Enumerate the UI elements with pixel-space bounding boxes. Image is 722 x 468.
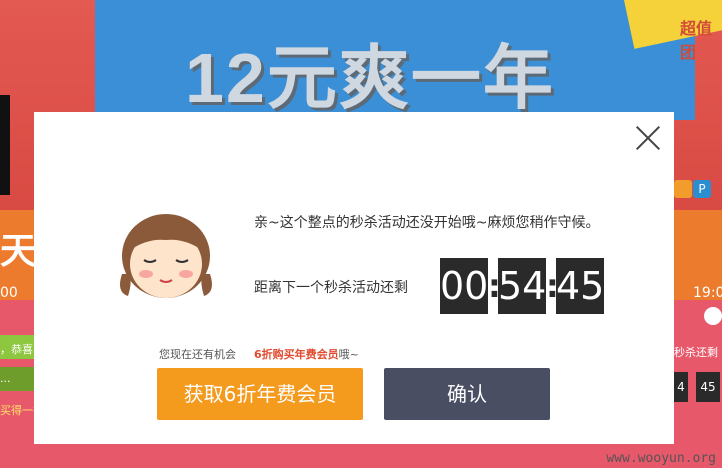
right-digit-1: 4 [674, 372, 688, 402]
chance-prefix: 您现在还有机会 [159, 348, 236, 361]
girl-avatar-icon [120, 214, 212, 298]
right-digit-2: 45 [696, 372, 720, 402]
countdown-hours: 00 [440, 258, 488, 314]
right-time: 19:0 [693, 285, 722, 301]
banner-title: 12元爽一年 [185, 39, 555, 117]
p-icon[interactable]: P [693, 180, 711, 198]
get-discount-button[interactable]: 获取6折年费会员 [157, 368, 363, 420]
right-small-text: 秒杀还剩 [674, 346, 718, 359]
confirm-button[interactable]: 确认 [384, 368, 550, 420]
chance-suffix: 哦~ [338, 348, 359, 361]
watermark: www.wooyun.org [606, 451, 716, 466]
left-time: 00 [0, 285, 18, 301]
left-thumbnail [0, 95, 10, 195]
countdown-minutes: 54 [498, 258, 546, 314]
left-small-text-2: ... [0, 372, 11, 385]
slider-handle[interactable] [704, 307, 722, 325]
countdown-seconds: 45 [556, 258, 604, 314]
chance-highlight: 6折购买年费会员 [254, 348, 339, 361]
countdown-colon: : [546, 267, 559, 305]
countdown-colon: : [488, 267, 501, 305]
promo-tag-text: 超值团 [680, 19, 713, 62]
badge-icon[interactable] [674, 180, 692, 198]
left-small-text-1: ，恭喜 [0, 343, 33, 356]
modal-message: 亲~这个整点的秒杀活动还没开始哦~麻烦您稍作守候。 [254, 215, 600, 231]
seckill-modal: 亲~这个整点的秒杀活动还没开始哦~麻烦您稍作守候。 距离下一个秒杀活动还剩 00… [34, 112, 674, 444]
chance-text: 您现在还有机会 6折购买年费会员哦~ [159, 346, 359, 362]
close-icon[interactable] [632, 122, 664, 154]
countdown-label: 距离下一个秒杀活动还剩 [254, 280, 408, 296]
countdown-timer: 00 : 54 : 45 [440, 258, 604, 314]
